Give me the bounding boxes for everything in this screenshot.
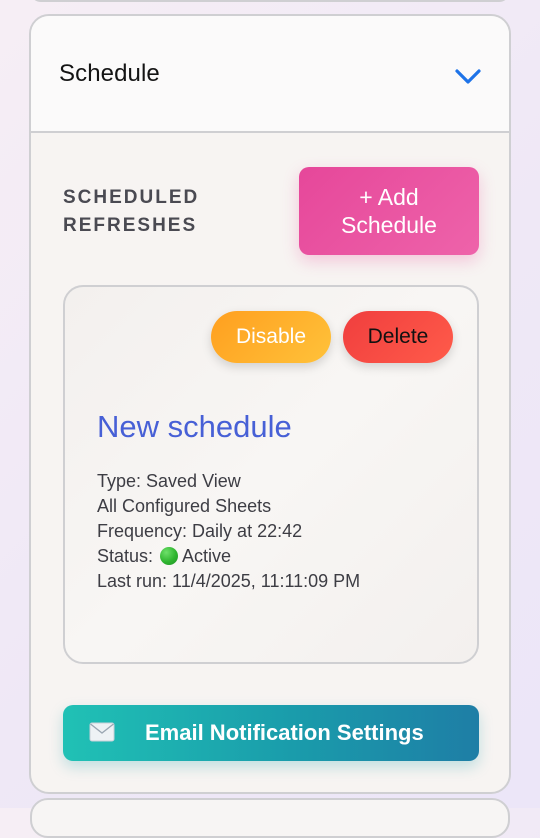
status-value: Active	[182, 546, 232, 566]
add-schedule-label-line-1: + Add	[359, 184, 419, 210]
schedule-sheets: All Configured Sheets	[97, 496, 272, 516]
schedule-name: New schedule	[97, 409, 292, 444]
schedule-last-run: Last run: 11/4/2025, 11:11:09 PM	[97, 571, 361, 591]
schedule-frequency: Frequency: Daily at 22:42	[97, 521, 303, 541]
add-schedule-button[interactable]: + Add Schedule	[299, 167, 479, 255]
schedule-card: Disable Delete New schedule Type: Saved …	[63, 285, 479, 664]
delete-button[interactable]: Delete	[343, 311, 453, 363]
previous-panel-edge	[30, 0, 510, 2]
status-prefix: Status:	[97, 546, 154, 566]
schedule-panel-header[interactable]: Schedule	[31, 16, 509, 133]
disable-button[interactable]: Disable	[211, 311, 331, 363]
heading-line-1: SCHEDULED	[63, 187, 200, 208]
email-notification-label: Email Notification Settings	[145, 720, 424, 745]
heading-line-2: REFRESHES	[63, 215, 198, 236]
schedule-status: Status: Active	[97, 544, 360, 569]
schedule-details: Type: Saved View All Configured Sheets F…	[97, 469, 360, 594]
green-circle-icon	[160, 547, 179, 565]
email-notification-settings-button[interactable]: Email Notification Settings	[63, 705, 479, 761]
add-schedule-label-line-2: Schedule	[341, 212, 437, 238]
next-panel-edge	[30, 798, 510, 838]
schedule-panel: Schedule SCHEDULED REFRESHES + Add Sched…	[29, 14, 511, 794]
chevron-down-icon[interactable]	[453, 64, 483, 88]
schedule-type: Type: Saved View	[97, 471, 241, 491]
envelope-icon	[89, 722, 115, 742]
panel-title: Schedule	[59, 60, 160, 87]
scheduled-refreshes-heading: SCHEDULED REFRESHES	[63, 184, 263, 240]
